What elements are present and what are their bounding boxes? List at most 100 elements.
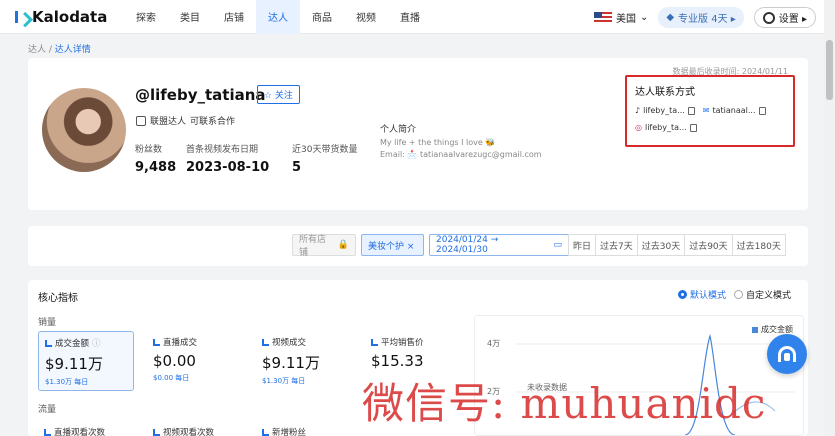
stat-label: 首条视频发布日期 — [186, 145, 259, 155]
radio-icon — [734, 290, 743, 299]
bar-chart-icon — [153, 428, 160, 436]
chevron-down-icon: ⌄ — [639, 12, 649, 23]
affiliate-status: 可联系合作 — [190, 117, 236, 127]
bar-chart-icon — [153, 338, 160, 346]
tiktok-icon: ♪ — [635, 106, 641, 115]
range-30d[interactable]: 过去30天 — [636, 234, 686, 256]
diamond-icon: ◆ — [666, 12, 675, 23]
mode-default[interactable]: 默认模式 — [678, 288, 726, 301]
stat-value: 2023-08-10 — [186, 160, 270, 175]
avatar — [42, 88, 126, 172]
affiliate-icon — [136, 115, 146, 126]
plan-badge[interactable]: ◆ 专业版 4天 ▸ — [658, 7, 744, 28]
bar-chart-icon — [262, 428, 269, 436]
metric-label: 视频成交 — [272, 338, 307, 348]
breadcrumb: 达人 / 达人详情 — [28, 42, 91, 55]
bio-section: 个人简介 My life + the things I love 🐝 Email… — [380, 122, 542, 159]
shop-filter[interactable]: 所有店铺 🔒 — [292, 234, 356, 258]
help-icon: ⓘ — [92, 339, 101, 349]
follow-button[interactable]: ☆ 关注 — [257, 85, 300, 104]
stat-label: 近30天带货数量 — [292, 145, 358, 155]
range-shortcuts: 昨日 过去7天 过去30天 过去90天 过去180天 — [568, 234, 786, 256]
filter-bar: 所有店铺 🔒 美妆个护 × 2024/01/24 → 2024/01/30 ▭ … — [28, 226, 808, 266]
stat-label: 粉丝数 — [135, 145, 163, 155]
category-tag[interactable]: 美妆个护 × — [361, 234, 424, 256]
bar-chart-icon — [371, 338, 378, 346]
range-180d[interactable]: 过去180天 — [731, 234, 786, 256]
metric-label: 平均销售价 — [381, 338, 424, 348]
bar-chart-icon — [44, 428, 51, 436]
nav-video[interactable]: 视频 — [344, 0, 388, 34]
contact-tiktok[interactable]: ♪ lifeby_ta... — [635, 106, 695, 115]
plan-label: 专业版 4天 ▸ — [678, 14, 736, 25]
metric-value: $15.33 — [371, 352, 424, 370]
profile-card: 数据最后收录时间: 2024/01/11 @lifeby_tatiana ☆ 关… — [28, 58, 808, 210]
shop-filter-label: 所有店铺 — [299, 235, 327, 258]
nav-creator[interactable]: 达人 — [256, 0, 300, 34]
country-selector[interactable]: 美国 ⌄ — [593, 10, 649, 25]
breadcrumb-separator: / — [46, 45, 55, 55]
logo-icon — [14, 10, 28, 24]
calendar-icon: ▭ — [553, 240, 562, 250]
lock-icon: 🔒 — [337, 240, 349, 250]
nav-explore[interactable]: 探索 — [124, 0, 168, 34]
metric-sub: $0.00 每日 — [153, 374, 190, 382]
instagram-icon: ◎ — [635, 123, 642, 132]
date-range-label: 2024/01/24 → 2024/01/30 — [436, 235, 499, 255]
headset-icon — [778, 346, 796, 362]
metric-label: 直播观看次数 — [54, 428, 106, 436]
metric-gmv[interactable]: 成交金额 ⓘ $9.11万 $1.30万 每日 — [38, 331, 134, 391]
metric-sub: $1.30万 每日 — [262, 377, 306, 385]
mode-default-label: 默认模式 — [690, 291, 727, 301]
copy-icon[interactable] — [687, 106, 695, 115]
metric-video-views[interactable]: 视频观看次数 — [153, 426, 214, 436]
contact-row: ◎ lifeby_ta... — [635, 123, 785, 132]
breadcrumb-parent[interactable]: 达人 — [28, 45, 46, 55]
copy-icon[interactable] — [758, 106, 766, 115]
mode-custom-label: 自定义模式 — [746, 291, 792, 301]
copy-icon[interactable] — [689, 123, 697, 132]
metric-sub: $1.30万 每日 — [45, 378, 89, 386]
gear-icon — [762, 11, 775, 24]
date-range-picker[interactable]: 2024/01/24 → 2024/01/30 ▭ — [429, 234, 569, 256]
kalodata-logo[interactable]: Kalodata — [14, 8, 124, 26]
settings-button[interactable]: 设置 ▸ — [753, 7, 816, 28]
metric-value: $9.11万 — [262, 354, 320, 372]
metric-value: $9.11万 — [45, 355, 103, 373]
nav-live[interactable]: 直播 — [388, 0, 432, 34]
affiliate-label: 联盟达人 — [150, 117, 187, 127]
range-90d[interactable]: 过去90天 — [684, 234, 733, 256]
metric-label: 成交金额 — [55, 339, 90, 349]
contact-email[interactable]: ✉ tatianaal... — [703, 106, 766, 115]
stat-value: 9,488 — [135, 160, 177, 175]
stat-products-30d: 近30天带货数量 5 — [292, 142, 357, 175]
support-button[interactable] — [767, 334, 807, 374]
metric-video-gmv[interactable]: 视频成交 $9.11万 $1.30万 每日 — [256, 331, 352, 391]
contact-instagram[interactable]: ◎ lifeby_ta... — [635, 123, 697, 132]
scroll-thumb[interactable] — [826, 40, 833, 100]
affiliate-info: 联盟达人 可联系合作 — [136, 114, 235, 127]
metric-live-gmv[interactable]: 直播成交 $0.00 $0.00 每日 — [147, 331, 243, 391]
contact-row: ♪ lifeby_ta... ✉ tatianaal... — [635, 106, 785, 115]
scrollbar[interactable] — [824, 0, 835, 436]
metric-value: $0.00 — [153, 352, 196, 370]
watermark-text: 微信号: muhuanidc — [362, 379, 767, 428]
category-tag-label: 美妆个护 × — [368, 241, 415, 252]
bar-chart-icon — [262, 338, 269, 346]
nav-category[interactable]: 类目 — [168, 0, 212, 34]
mode-custom[interactable]: 自定义模式 — [734, 288, 791, 301]
range-7d[interactable]: 过去7天 — [595, 234, 638, 256]
tiktok-handle: lifeby_ta... — [643, 106, 685, 115]
metric-live-views[interactable]: 直播观看次数 — [44, 426, 105, 436]
bar-chart-icon — [45, 339, 52, 347]
top-nav: Kalodata 探索 类目 店铺 达人 商品 视频 直播 美国 ⌄ ◆ 专业版… — [0, 0, 824, 34]
nav-shop[interactable]: 店铺 — [212, 0, 256, 34]
range-yesterday[interactable]: 昨日 — [568, 234, 597, 256]
creator-handle: @lifeby_tatiana — [135, 86, 266, 104]
metric-new-followers[interactable]: 新增粉丝 — [262, 426, 306, 436]
country-label: 美国 — [615, 14, 636, 25]
bio-label: 个人简介 — [380, 125, 417, 135]
stat-value: 5 — [292, 160, 302, 175]
contact-box: 达人联系方式 ♪ lifeby_ta... ✉ tatianaal... ◎ l… — [625, 75, 795, 147]
nav-product[interactable]: 商品 — [300, 0, 344, 34]
